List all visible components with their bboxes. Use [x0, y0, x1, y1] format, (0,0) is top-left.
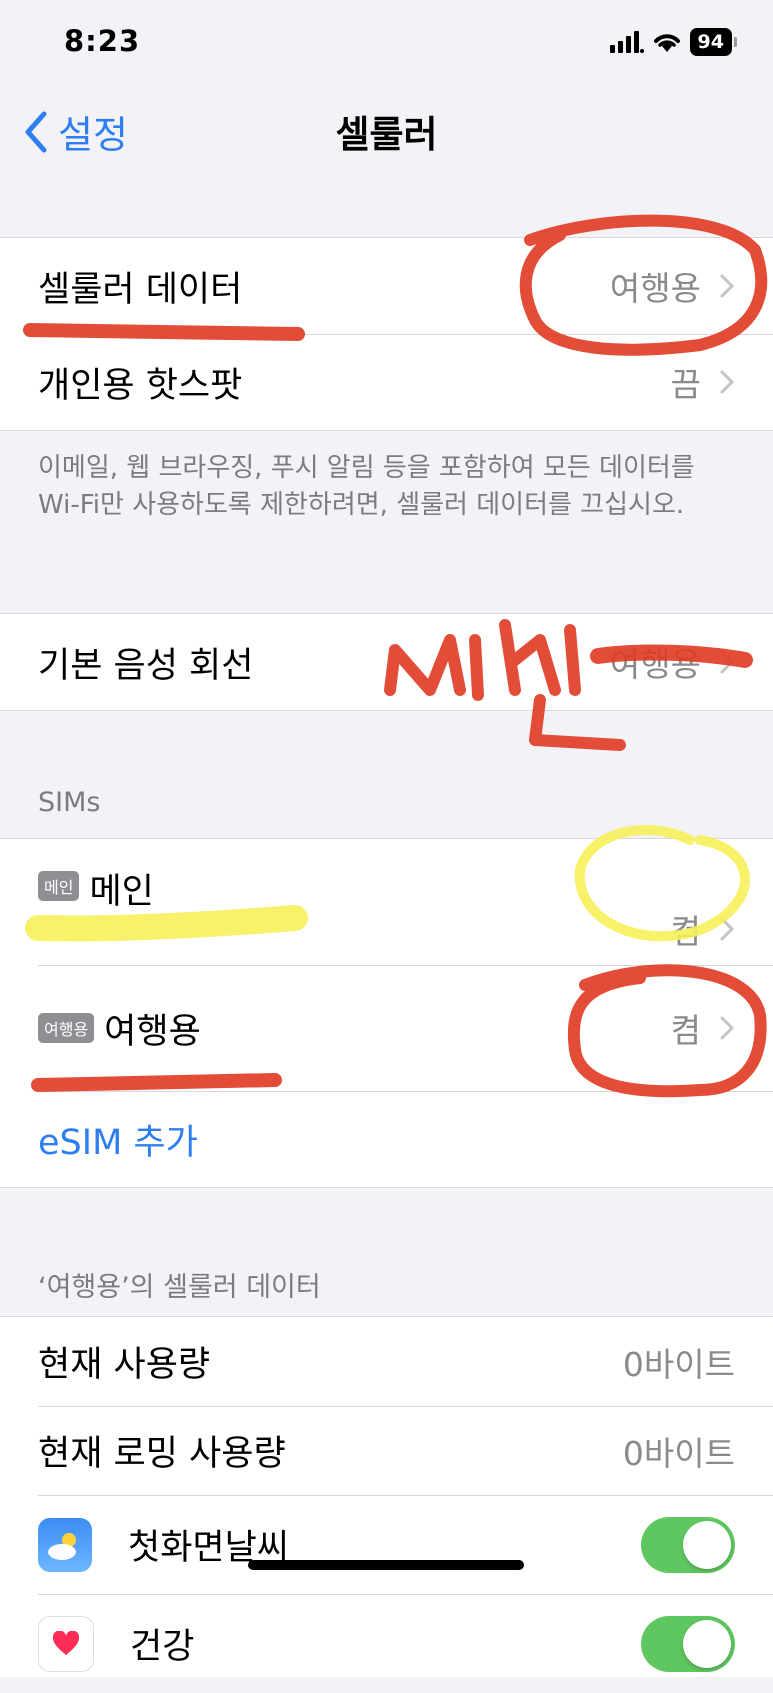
- personal-hotspot-row[interactable]: 개인용 핫스팟 끔: [0, 334, 773, 430]
- sim-badge: 여행용: [38, 1013, 95, 1043]
- chevron-right-icon: [720, 650, 735, 674]
- weather-cellular-toggle[interactable]: [641, 1516, 735, 1573]
- sim-row-main[interactable]: 메인 메인 켬: [0, 839, 773, 965]
- cellular-signal-icon: [609, 31, 644, 53]
- current-usage-label: 현재 사용량: [38, 1345, 211, 1385]
- personal-hotspot-label: 개인용 핫스팟: [38, 365, 243, 406]
- sim-status: 켬: [670, 1011, 701, 1050]
- cellular-data-value: 여행용: [609, 269, 701, 308]
- weather-icon: [38, 1517, 92, 1572]
- navigation-bar: 설정 셀룰러: [0, 90, 773, 170]
- current-usage-row: 현재 사용량 0바이트: [0, 1317, 773, 1406]
- status-icons: 94: [609, 28, 737, 56]
- chevron-right-icon: [720, 274, 735, 298]
- usage-group: 현재 사용량 0바이트 현재 로밍 사용량 0바이트 첫화면날씨 건강: [0, 1316, 773, 1677]
- personal-hotspot-value: 끔: [670, 365, 701, 404]
- cellular-data-row[interactable]: 셀룰러 데이터 여행용: [0, 238, 773, 334]
- default-voice-line-group: 기본 음성 회선 여행용: [0, 613, 773, 711]
- heart-icon: [52, 1630, 80, 1655]
- chevron-right-icon: [720, 370, 735, 394]
- cellular-settings-group: 셀룰러 데이터 여행용 개인용 핫스팟 끔: [0, 237, 773, 431]
- app-name: 건강: [130, 1627, 195, 1667]
- health-cellular-toggle[interactable]: [641, 1615, 735, 1672]
- roaming-usage-row: 현재 로밍 사용량 0바이트: [0, 1406, 773, 1495]
- sims-section-header: SIMs: [38, 787, 101, 818]
- page-title: 셀룰러: [335, 113, 438, 156]
- current-usage-value: 0바이트: [622, 1344, 735, 1384]
- health-heart-icon: [38, 1615, 94, 1672]
- sims-group: 메인 메인 켬 여행용 여행용 켬 eSIM 추가: [0, 838, 773, 1188]
- sim-badge: 메인: [38, 871, 80, 901]
- default-voice-line-row[interactable]: 기본 음성 회선 여행용: [0, 614, 773, 710]
- battery-level: 94: [689, 28, 732, 56]
- wifi-icon: [653, 34, 680, 52]
- travel-cellular-data-header: ‘여행용’의 셀룰러 데이터: [38, 1272, 321, 1303]
- cellular-data-footnote: 이메일, 웹 브라우징, 푸시 알림 등을 포함하여 모든 데이터를 Wi-Fi…: [38, 453, 695, 520]
- sim-status: 켬: [670, 912, 701, 951]
- app-row-health: 건강: [0, 1594, 773, 1693]
- battery-cap-icon: [734, 37, 737, 47]
- default-voice-line-label: 기본 음성 회선: [38, 645, 254, 686]
- chevron-right-icon: [720, 917, 735, 941]
- cellular-data-label: 셀룰러 데이터: [38, 269, 243, 310]
- sim-name: 메인: [89, 872, 154, 912]
- sim-row-travel[interactable]: 여행용 여행용 켬: [0, 965, 773, 1091]
- add-esim-row[interactable]: eSIM 추가: [0, 1091, 773, 1187]
- sun-cloud-icon: [48, 1532, 76, 1560]
- home-indicator[interactable]: [248, 1560, 524, 1570]
- sim-name: 여행용: [104, 1011, 201, 1052]
- add-esim-link[interactable]: eSIM 추가: [38, 1114, 198, 1165]
- app-row-weather: 첫화면날씨: [0, 1495, 773, 1594]
- roaming-usage-value: 0바이트: [622, 1433, 735, 1473]
- roaming-usage-label: 현재 로밍 사용량: [38, 1434, 286, 1474]
- status-bar: 8:23 94: [0, 0, 773, 90]
- chevron-right-icon: [720, 1016, 735, 1040]
- default-voice-line-value: 여행용: [609, 645, 701, 684]
- status-time: 8:23: [64, 24, 141, 58]
